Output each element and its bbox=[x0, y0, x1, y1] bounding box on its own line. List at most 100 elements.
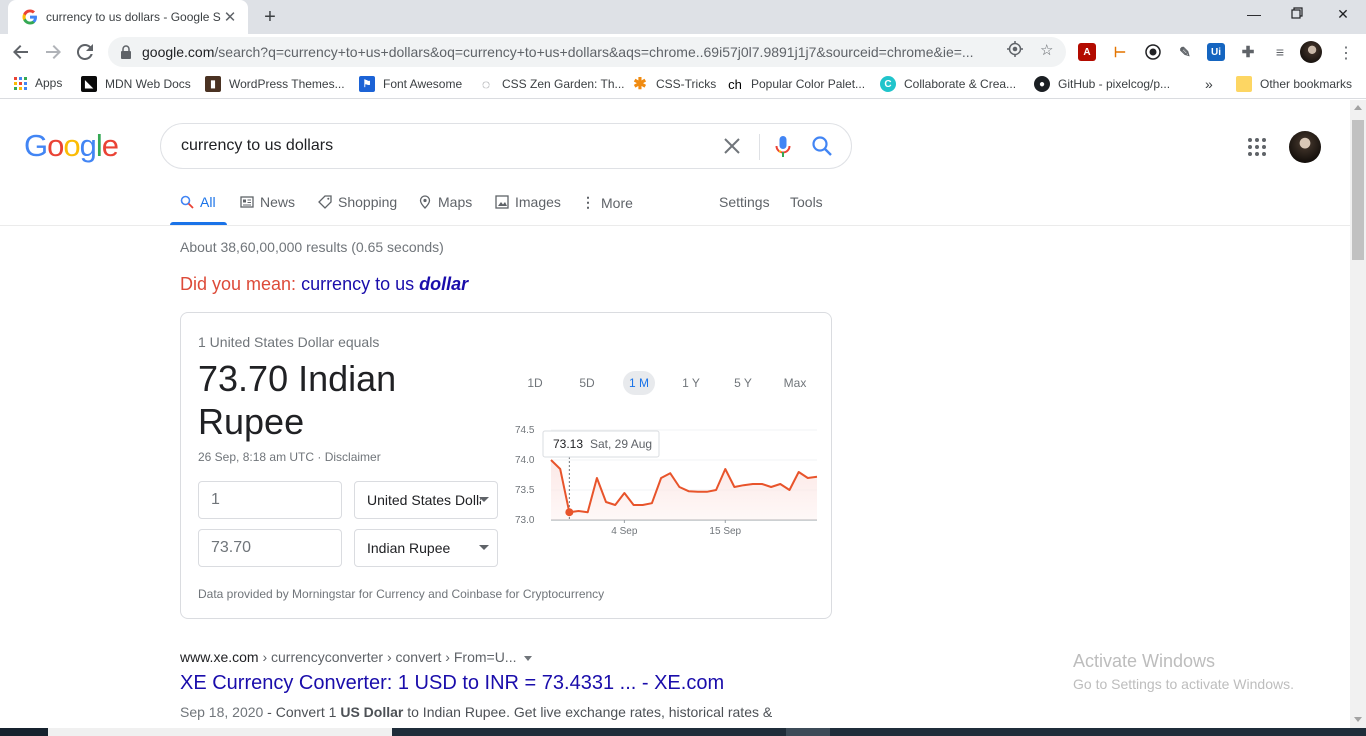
page-scrollbar[interactable] bbox=[1350, 100, 1366, 728]
range-5d[interactable]: 5D bbox=[567, 371, 607, 395]
chart-tooltip-date: Sat, 29 Aug bbox=[590, 437, 652, 451]
google-apps-icon[interactable] bbox=[1248, 138, 1266, 156]
address-bar[interactable]: google.com/search?q=currency+to+us+dolla… bbox=[108, 37, 1066, 67]
taskbar-app[interactable] bbox=[786, 728, 830, 736]
mdn-icon: ◣ bbox=[81, 76, 97, 92]
tab-news[interactable]: News bbox=[240, 194, 295, 210]
flag-icon: ⚑ bbox=[359, 76, 375, 92]
to-currency-select[interactable]: Indian Rupee bbox=[354, 529, 498, 567]
bookmark-github[interactable]: ● GitHub - pixelcog/p... bbox=[1034, 76, 1170, 92]
minimize-icon[interactable]: — bbox=[1246, 6, 1262, 22]
acrobat-extension-icon[interactable]: A bbox=[1078, 43, 1096, 61]
google-favicon-icon bbox=[22, 9, 37, 25]
tab-shopping[interactable]: Shopping bbox=[318, 194, 397, 210]
spelling-suggestion-link[interactable]: currency to us dollar bbox=[301, 274, 468, 294]
news-icon bbox=[240, 196, 254, 208]
result-stats: About 38,60,00,000 results (0.65 seconds… bbox=[180, 239, 444, 255]
bookmark-apps[interactable]: Apps bbox=[14, 76, 62, 90]
result-menu-caret-icon[interactable] bbox=[524, 655, 533, 661]
range-1m[interactable]: 1 M bbox=[623, 371, 655, 395]
wordpress-icon: ▮ bbox=[205, 76, 221, 92]
google-account-avatar[interactable] bbox=[1289, 131, 1321, 163]
from-amount-input[interactable]: 1 bbox=[198, 481, 342, 519]
canva-icon: C bbox=[880, 76, 896, 92]
location-target-icon[interactable] bbox=[1007, 41, 1023, 61]
bookmark-label: Popular Color Palet... bbox=[751, 77, 866, 91]
search-box[interactable]: currency to us dollars bbox=[160, 123, 852, 169]
reload-icon[interactable] bbox=[74, 41, 96, 63]
browser-tab-active[interactable]: currency to us dollars - Google S ✕ bbox=[8, 0, 248, 34]
chart-x-tick-label: 15 Sep bbox=[709, 526, 741, 537]
to-amount-input[interactable]: 73.70 bbox=[198, 529, 342, 567]
media-queue-icon[interactable]: ≡ bbox=[1271, 43, 1289, 61]
bookmark-canva[interactable]: C Collaborate & Crea... bbox=[880, 76, 1016, 92]
taskbar-search[interactable] bbox=[48, 728, 392, 736]
range-max[interactable]: Max bbox=[775, 371, 815, 395]
microphone-icon[interactable] bbox=[773, 135, 793, 159]
chart-range-selector: 1D 5D 1 M 1 Y 5 Y Max bbox=[511, 371, 811, 395]
tab-settings[interactable]: Settings bbox=[719, 194, 770, 210]
converter-result: 73.70 Indian Rupee bbox=[198, 358, 397, 442]
browser-menu-icon[interactable]: ⋮ bbox=[1338, 43, 1354, 63]
bookmark-popular-color-palettes[interactable]: ch Popular Color Palet... bbox=[727, 76, 865, 92]
record-extension-icon[interactable] bbox=[1144, 43, 1162, 61]
tab-more[interactable]: ⋮ More bbox=[581, 194, 633, 211]
bookmark-folder-other[interactable]: Other bookmarks bbox=[1236, 76, 1352, 92]
from-currency-select[interactable]: United States Dollar bbox=[354, 481, 498, 519]
did-you-mean-label: Did you mean: bbox=[180, 274, 302, 294]
chart-y-tick-label: 74.5 bbox=[515, 425, 535, 436]
result-breadcrumb: › currencyconverter › convert › From=U..… bbox=[258, 649, 517, 665]
clear-search-icon[interactable] bbox=[723, 134, 741, 162]
chart-x-tick-label: 4 Sep bbox=[611, 526, 638, 537]
eyedropper-extension-icon[interactable]: ✎ bbox=[1176, 43, 1194, 61]
github-icon: ● bbox=[1034, 76, 1050, 92]
bookmarks-bar: Apps ◣ MDN Web Docs ▮ WordPress Themes..… bbox=[0, 70, 1366, 99]
bookmarks-overflow-chevron[interactable]: » bbox=[1205, 76, 1213, 92]
range-1d[interactable]: 1D bbox=[515, 371, 555, 395]
tab-title: currency to us dollars - Google S bbox=[46, 10, 221, 24]
bookmark-label: Font Awesome bbox=[383, 77, 463, 91]
back-icon[interactable] bbox=[10, 41, 32, 63]
taskbar-start[interactable] bbox=[0, 728, 48, 736]
bookmark-css-zen-garden[interactable]: ◌ CSS Zen Garden: Th... bbox=[478, 76, 625, 92]
did-you-mean: Did you mean: currency to us dollar bbox=[180, 274, 468, 295]
close-window-icon[interactable]: ✕ bbox=[1335, 6, 1351, 23]
google-logo[interactable]: Google bbox=[24, 128, 119, 164]
from-currency-value: United States Dollar bbox=[367, 492, 481, 508]
result-title-link[interactable]: XE Currency Converter: 1 USD to INR = 73… bbox=[180, 672, 724, 695]
search-icon[interactable] bbox=[811, 135, 833, 157]
image-icon bbox=[495, 195, 509, 209]
bookmark-mdn[interactable]: ◣ MDN Web Docs bbox=[81, 76, 191, 92]
result-snippet: Sep 18, 2020 - Convert 1 US Dollar to In… bbox=[180, 704, 773, 720]
scroll-down-icon[interactable] bbox=[1354, 717, 1362, 722]
tab-maps[interactable]: Maps bbox=[418, 194, 472, 210]
scroll-up-icon[interactable] bbox=[1354, 105, 1362, 110]
new-tab-icon[interactable]: + bbox=[260, 7, 280, 27]
profile-avatar[interactable] bbox=[1300, 41, 1322, 63]
bookmark-font-awesome[interactable]: ⚑ Font Awesome bbox=[359, 76, 462, 92]
bookmark-wordpress[interactable]: ▮ WordPress Themes... bbox=[205, 76, 345, 92]
tab-images[interactable]: Images bbox=[495, 194, 561, 210]
search-icon bbox=[180, 195, 194, 209]
tab-all[interactable]: All bbox=[180, 194, 216, 210]
range-1y[interactable]: 1 Y bbox=[671, 371, 711, 395]
bookmark-star-icon[interactable]: ☆ bbox=[1040, 41, 1053, 59]
bookmark-label: CSS Zen Garden: Th... bbox=[502, 77, 625, 91]
restore-icon[interactable] bbox=[1289, 6, 1305, 22]
dropdown-caret-icon bbox=[479, 497, 489, 502]
tab-tools[interactable]: Tools bbox=[790, 194, 823, 210]
folder-icon bbox=[1236, 76, 1252, 92]
bookmark-label: Other bookmarks bbox=[1260, 77, 1353, 91]
result-host: www.xe.com bbox=[180, 649, 259, 665]
forward-icon[interactable] bbox=[42, 41, 64, 63]
search-input[interactable]: currency to us dollars bbox=[181, 137, 851, 155]
extensions-puzzle-icon[interactable]: ✚ bbox=[1239, 43, 1257, 61]
tab-close-icon[interactable]: ✕ bbox=[222, 8, 238, 26]
exchange-rate-chart[interactable]: 74.5 74.0 73.5 73.0 4 Sep 15 Sep 73.13 Sat, 29 … bbox=[511, 417, 821, 547]
result-cite: www.xe.com › currencyconverter › convert… bbox=[180, 649, 533, 665]
ui-extension-icon[interactable]: Ui bbox=[1207, 43, 1225, 61]
bookmark-css-tricks[interactable]: ✱ CSS-Tricks bbox=[632, 76, 716, 93]
colorzilla-extension-icon[interactable]: ⊢ bbox=[1111, 43, 1129, 61]
range-5y[interactable]: 5 Y bbox=[723, 371, 763, 395]
scrollbar-thumb[interactable] bbox=[1352, 120, 1364, 260]
